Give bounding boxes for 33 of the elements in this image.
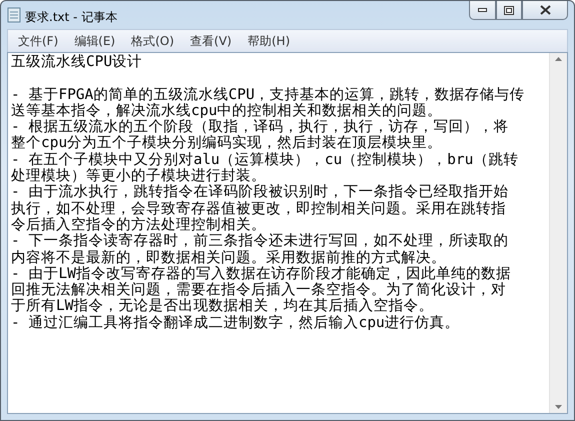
text-line: - 由于LW指令改写寄存器的写入数据在访存阶段才能确定，因此单纯的数据 bbox=[11, 266, 512, 282]
window-title: 要求.txt - 记事本 bbox=[25, 9, 118, 26]
text-line: 执行，如不处理，会导致寄存器值被更改，即控制相关问题。采用在跳转指 bbox=[11, 200, 507, 217]
close-icon bbox=[540, 5, 550, 15]
text-line: 内容将不是最新的，即数据相关问题。采用数据前推的方式解决。 bbox=[11, 250, 447, 266]
text-line: 回推无法解决相关问题，需要在指令后插入一条空指令。为了简化设计，对 bbox=[11, 282, 507, 298]
menu-item[interactable]: 帮助(H) bbox=[240, 32, 298, 50]
menu-item[interactable]: 文件(F) bbox=[10, 32, 66, 50]
scrollbar[interactable] bbox=[549, 53, 567, 413]
menu-item[interactable]: 格式(O) bbox=[123, 32, 182, 50]
text-line: 五级流水线CPU设计 bbox=[11, 54, 144, 70]
text-line: 处理模块）等更小的子模块进行封装。 bbox=[11, 168, 266, 184]
text-line: - 下一条指令读寄存器时，前三条指令还未进行写回，如不处理，所读取的 bbox=[11, 233, 510, 250]
text-line: - 由于流水执行，跳转指令在译码阶段被识别时，下一条指令已经取指开始 bbox=[11, 184, 510, 200]
text-line: 整个cpu分为五个子模块分别编码实现，然后封装在顶层模块里。 bbox=[11, 135, 444, 152]
up-arrow-icon bbox=[555, 57, 562, 61]
menu-item[interactable]: 查看(V) bbox=[182, 32, 240, 50]
down-arrow-icon bbox=[555, 405, 562, 409]
minimize-icon bbox=[478, 8, 487, 12]
maximize-button[interactable] bbox=[496, 1, 522, 20]
text-line: - 在五个子模块中又分别对alu（运算模块），cu（控制模块），bru（跳转 bbox=[11, 152, 520, 168]
text-line: 于所有LW指令，无论是否出现数据相关，均在其后插入空指令。 bbox=[11, 298, 434, 314]
minimize-button[interactable] bbox=[469, 1, 496, 20]
text-editor[interactable] bbox=[7, 52, 568, 414]
text-line: 令后插入空指令的方法处理控制相关。 bbox=[11, 216, 267, 233]
notepad-icon bbox=[7, 7, 21, 23]
text-line: 送等基本指令，解决流水线cpu中的控制相关和数据相关的问题。 bbox=[11, 102, 444, 119]
maximize-icon bbox=[504, 6, 514, 14]
text-line: - 基于FPGA的简单的五级流水线CPU，支持基本的运算，跳转，数据存储与传 bbox=[11, 86, 526, 103]
menu-item[interactable]: 编辑(E) bbox=[66, 32, 124, 50]
text-line: - 通过汇编工具将指令翻译成二进制数字，然后输入cpu进行仿真。 bbox=[11, 314, 461, 332]
text-line: - 根据五级流水的五个阶段（取指，译码，执行，执行，访存，写回），将 bbox=[11, 119, 510, 136]
close-button[interactable] bbox=[522, 1, 568, 20]
